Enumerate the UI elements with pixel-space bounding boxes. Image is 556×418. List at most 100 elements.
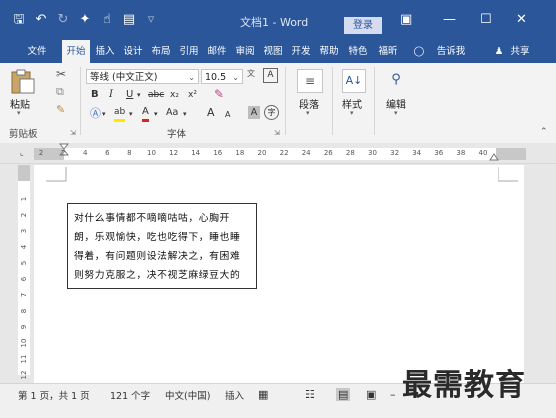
tab-mailings[interactable]: 邮件 — [205, 40, 229, 63]
ruler-label: 36 — [434, 149, 444, 157]
clear-formatting-icon[interactable]: ✎ — [214, 87, 224, 101]
maximize-icon[interactable]: ☐ — [480, 12, 492, 27]
tab-foxit[interactable]: 福昕 — [375, 40, 401, 63]
vertical-ruler-label: 2 — [20, 212, 28, 218]
share-button[interactable]: 共享 — [506, 40, 534, 63]
ruler-label: 18 — [235, 149, 245, 157]
font-name-combo[interactable]: 等线 (中文正文) ⌄ — [86, 69, 199, 84]
lightbulb-icon[interactable]: ◯ — [412, 40, 426, 63]
tab-selector-icon[interactable]: ⌞ — [20, 148, 30, 158]
italic-button[interactable]: I — [109, 88, 113, 102]
enclose-char-button[interactable]: 字 — [264, 105, 279, 120]
text-effects-dropdown-icon[interactable]: ▾ — [102, 107, 106, 121]
vertical-ruler-label: 8 — [20, 308, 28, 314]
page-count[interactable]: 第 1 页，共 1 页 — [18, 388, 90, 402]
tab-insert[interactable]: 插入 — [93, 40, 117, 63]
minimize-icon[interactable]: — — [443, 12, 456, 27]
text-line: 得着，有问题则设法解决之，有困难 — [74, 251, 241, 262]
format-painter-icon[interactable]: ✎ — [56, 103, 65, 116]
paragraph-dropdown-icon[interactable]: ▾ — [306, 109, 310, 117]
paste-dropdown-icon[interactable]: ▾ — [17, 109, 21, 117]
tab-references[interactable]: 引用 — [177, 40, 201, 63]
clipboard-launcher-icon[interactable]: ⇲ — [70, 129, 76, 137]
underline-dropdown-icon[interactable]: ▾ — [137, 88, 141, 102]
change-case-button[interactable]: Aa — [166, 106, 178, 120]
text-line: 朗，乐观愉快，吃也吃得下，睡也睡 — [74, 232, 241, 243]
ruler-label: 2 — [38, 149, 44, 157]
cut-icon[interactable]: ✂ — [56, 67, 66, 81]
tab-review[interactable]: 审阅 — [233, 40, 257, 63]
ruler-label: 16 — [213, 149, 223, 157]
zoom-out-icon[interactable]: – — [390, 388, 396, 401]
underline-button[interactable]: U — [126, 88, 133, 102]
bold-button[interactable]: B — [91, 88, 99, 102]
strikethrough-button[interactable]: abc — [148, 88, 164, 102]
shrink-font-button[interactable]: A — [225, 108, 230, 122]
ruler-label: 24 — [301, 149, 311, 157]
char-border-icon[interactable]: A — [263, 68, 278, 83]
highlight-dropdown-icon[interactable]: ▾ — [129, 107, 133, 121]
grow-font-button[interactable]: A — [207, 106, 215, 120]
tab-special[interactable]: 特色 — [345, 40, 371, 63]
ruler-label: 2 — [60, 149, 66, 157]
right-indent-icon[interactable] — [489, 149, 499, 161]
chevron-down-icon[interactable]: ⌄ — [188, 70, 195, 85]
change-case-dropdown-icon[interactable]: ▾ — [183, 107, 187, 121]
ruler-label: 30 — [368, 149, 377, 157]
tab-view[interactable]: 视图 — [261, 40, 285, 63]
tell-me-search[interactable]: 告诉我 — [432, 40, 470, 63]
language-indicator[interactable]: 中文(中国) — [165, 388, 210, 402]
word-count[interactable]: 121 个字 — [110, 388, 150, 402]
font-size-combo[interactable]: 10.5 ⌄ — [201, 69, 243, 84]
vertical-ruler-label: 10 — [20, 338, 28, 348]
phonetic-guide-icon[interactable]: 文 — [247, 68, 255, 79]
copy-icon[interactable]: ⧉ — [56, 85, 64, 99]
text-box[interactable]: 对什么事情都不嘀嘀咕咕，心胸开 朗，乐观愉快，吃也吃得下，睡也睡 得着，有问题则… — [67, 203, 257, 289]
tab-help[interactable]: 帮助 — [317, 40, 341, 63]
paragraph-icon[interactable]: ≡ — [297, 69, 323, 93]
person-icon[interactable]: ♟ — [492, 40, 506, 63]
insert-mode[interactable]: 插入 — [225, 388, 244, 402]
print-layout-icon[interactable]: ▤ — [336, 388, 351, 401]
touch-mode-icon[interactable]: ☝ — [96, 12, 118, 28]
subscript-button[interactable]: x₂ — [170, 88, 179, 102]
tab-home[interactable]: 开始 — [62, 40, 90, 63]
font-color-dropdown-icon[interactable]: ▾ — [154, 107, 158, 121]
styles-icon[interactable]: A↓ — [342, 69, 366, 93]
tab-layout[interactable]: 布局 — [149, 40, 173, 63]
vertical-ruler-label: 7 — [20, 292, 28, 298]
ruler-label: 22 — [279, 149, 289, 157]
collapse-ribbon-icon[interactable]: ⌃ — [540, 127, 548, 137]
tab-design[interactable]: 设计 — [121, 40, 145, 63]
redo-icon[interactable]: ↻ — [52, 12, 74, 28]
group-divider — [332, 67, 333, 135]
login-button[interactable]: 登录 — [344, 17, 382, 34]
chevron-down-icon[interactable]: ⌄ — [232, 70, 239, 85]
web-layout-icon[interactable]: ▣ — [366, 388, 376, 401]
font-color-button[interactable]: A — [142, 105, 149, 122]
text-effects-icon[interactable]: Ⓐ — [90, 107, 101, 121]
read-mode-icon[interactable]: ☷ — [305, 388, 315, 401]
macro-record-icon[interactable]: ▦ — [258, 388, 268, 401]
new-doc-icon[interactable]: ▤ — [118, 12, 140, 28]
undo-icon[interactable]: ↶ — [30, 12, 52, 28]
watermark-logo: 最需教育 — [402, 368, 526, 403]
save-icon[interactable]: 🖫 — [8, 12, 30, 28]
ribbon-display-icon[interactable]: ▣ — [400, 12, 412, 27]
search-icon[interactable]: ⚲ — [386, 69, 406, 91]
close-icon[interactable]: ✕ — [516, 12, 527, 27]
font-launcher-icon[interactable]: ⇲ — [274, 129, 280, 137]
styles-dropdown-icon[interactable]: ▾ — [350, 109, 354, 117]
customize-icon[interactable]: ▿ — [140, 12, 162, 28]
text-line: 则努力克服之，决不视芝麻绿豆大的 — [74, 270, 241, 281]
editing-dropdown-icon[interactable]: ▾ — [394, 109, 398, 117]
ruler-label: 4 — [82, 149, 88, 157]
format-painter-icon[interactable]: ✦ — [74, 12, 96, 28]
tab-file[interactable]: 文件 — [24, 40, 50, 63]
highlight-button[interactable]: ab — [114, 105, 126, 122]
char-shading-button[interactable]: A — [248, 106, 260, 119]
superscript-button[interactable]: x² — [188, 88, 197, 102]
vertical-ruler-label: 6 — [20, 276, 28, 282]
tab-developer[interactable]: 开发 — [289, 40, 313, 63]
paste-icon[interactable] — [8, 69, 38, 95]
